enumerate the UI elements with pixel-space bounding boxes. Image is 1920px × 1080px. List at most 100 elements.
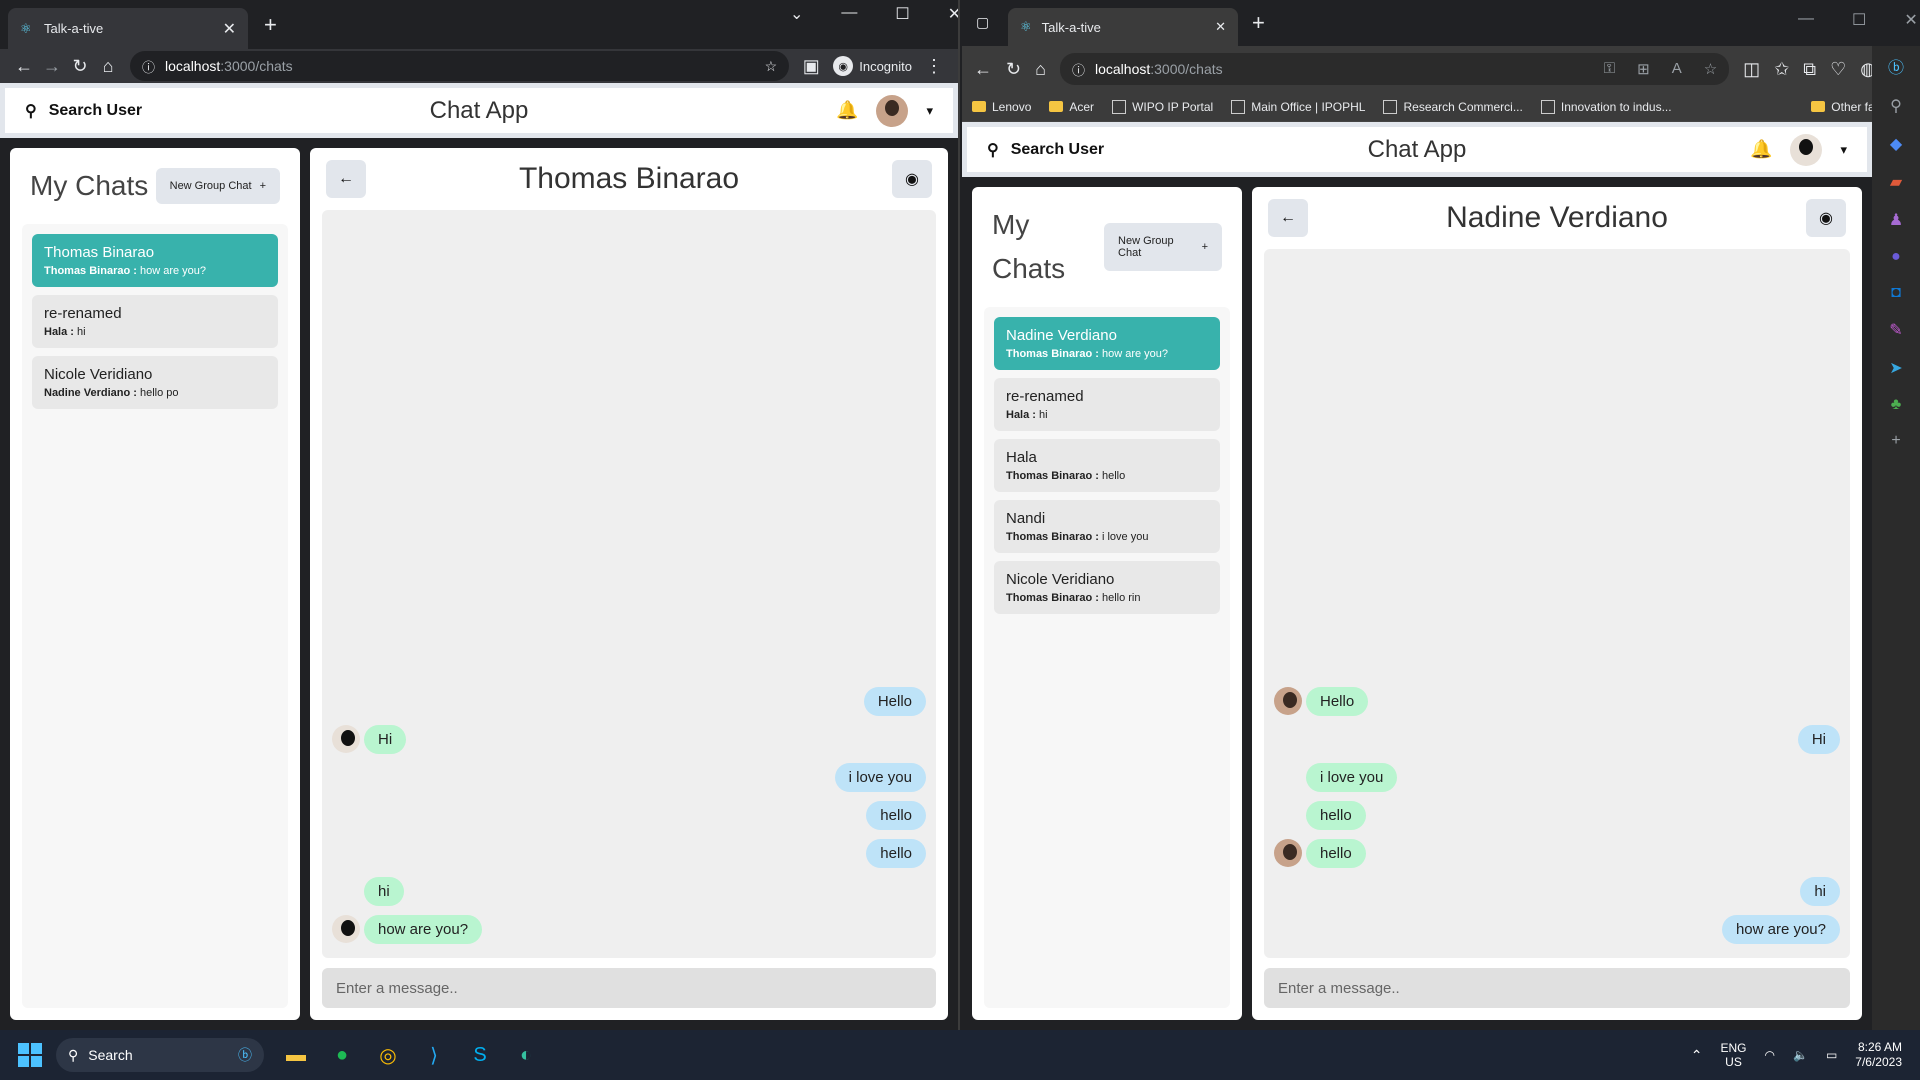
- reload-icon[interactable]: ↻: [1006, 59, 1021, 80]
- chevron-down-icon[interactable]: ▾: [926, 103, 933, 119]
- clock[interactable]: 8:26 AM 7/6/2023: [1855, 1040, 1902, 1070]
- info-icon[interactable]: ⓘ: [1072, 60, 1085, 79]
- favorite-item[interactable]: Acer: [1049, 100, 1094, 114]
- message-input[interactable]: Enter a message..: [322, 968, 936, 1008]
- key-icon[interactable]: ⚿: [1604, 60, 1615, 78]
- new-group-chat-button[interactable]: New Group Chat +: [1104, 223, 1222, 271]
- forward-icon[interactable]: →: [38, 56, 66, 77]
- language-indicator[interactable]: ENG US: [1720, 1041, 1746, 1069]
- chat-list-item[interactable]: Nicole Veridiano Thomas Binarao : hello r…: [994, 561, 1220, 614]
- chat-list-item[interactable]: Thomas Binarao Thomas Binarao : how are y…: [32, 234, 278, 287]
- star-icon[interactable]: ☆: [1704, 60, 1717, 78]
- tree-icon[interactable]: ♣: [1891, 396, 1902, 414]
- battery-icon[interactable]: ▭: [1826, 1048, 1837, 1062]
- chevron-down-icon[interactable]: ▾: [1840, 142, 1847, 158]
- maximize-icon[interactable]: ☐: [1852, 10, 1866, 30]
- bing-icon[interactable]: ⓑ: [1888, 54, 1904, 78]
- home-icon[interactable]: ⌂: [1035, 59, 1046, 80]
- split-screen-icon[interactable]: ◫: [1743, 59, 1760, 80]
- home-icon[interactable]: ⌂: [94, 56, 122, 77]
- search-user-button[interactable]: ⚲ Search User: [987, 140, 1104, 160]
- new-tab-icon[interactable]: +: [264, 12, 277, 38]
- favorite-item[interactable]: Innovation to indus...: [1540, 99, 1672, 114]
- sender-avatar[interactable]: [1274, 687, 1302, 715]
- volume-icon[interactable]: 🔈: [1793, 1048, 1808, 1062]
- vscode-icon[interactable]: ⟩: [420, 1041, 448, 1069]
- spotify-icon[interactable]: ●: [328, 1041, 356, 1069]
- address-bar[interactable]: ⓘ localhost:3000/chats ⚿ ⊞ A ☆: [1059, 53, 1730, 85]
- designer-icon[interactable]: ✎: [1889, 320, 1902, 340]
- back-button[interactable]: ←: [326, 160, 366, 198]
- star-icon[interactable]: ☆: [765, 58, 778, 75]
- edge-icon[interactable]: ◐: [512, 1041, 540, 1069]
- tag-icon[interactable]: ◆: [1890, 134, 1902, 154]
- favorite-item[interactable]: Main Office | IPOPHL: [1231, 99, 1365, 114]
- toolbox-icon[interactable]: ▰: [1890, 172, 1902, 192]
- chat-list-item[interactable]: re-renamed Hala : hi: [994, 378, 1220, 431]
- bell-icon[interactable]: 🔔: [1750, 139, 1772, 160]
- info-icon[interactable]: ⓘ: [142, 57, 155, 76]
- collections-icon[interactable]: ⧉: [1803, 59, 1816, 80]
- chat-list-item[interactable]: re-renamed Hala : hi: [32, 295, 278, 348]
- minimize-icon[interactable]: —: [841, 4, 857, 24]
- health-icon[interactable]: ♡: [1830, 59, 1846, 80]
- chat-item-sender: Thomas Binarao :: [1006, 531, 1099, 543]
- taskbar-search[interactable]: ⚲ Search ⓑ: [56, 1038, 264, 1072]
- file-explorer-icon[interactable]: ▬: [282, 1041, 310, 1069]
- send-icon[interactable]: ➤: [1889, 358, 1902, 378]
- chrome-icon[interactable]: ◎: [374, 1041, 402, 1069]
- reload-icon[interactable]: ↻: [66, 56, 94, 77]
- chevron-up-icon[interactable]: ⌃: [1691, 1047, 1703, 1064]
- new-group-chat-button[interactable]: New Group Chat +: [155, 168, 280, 204]
- browser-tab[interactable]: ⚛ Talk-a-tive ✕: [1008, 8, 1238, 46]
- read-aloud-icon[interactable]: A: [1672, 60, 1682, 78]
- address-bar[interactable]: ⓘ localhost:3000/chats ☆: [130, 51, 790, 81]
- favorite-item[interactable]: Research Commerci...: [1383, 99, 1523, 114]
- chevron-down-icon[interactable]: ⌄: [790, 4, 803, 24]
- chat-list-item[interactable]: Nandi Thomas Binarao : i love you: [994, 500, 1220, 553]
- view-profile-button[interactable]: ◉: [891, 160, 932, 198]
- browser-tab[interactable]: ⚛ Talk-a-tive ✕: [8, 8, 248, 49]
- plus-icon: +: [1201, 241, 1208, 253]
- view-profile-button[interactable]: ◉: [1806, 199, 1846, 237]
- start-button[interactable]: [18, 1043, 42, 1067]
- close-tab-icon[interactable]: ✕: [223, 19, 236, 39]
- close-window-icon[interactable]: ✕: [1904, 10, 1917, 30]
- games-icon[interactable]: ♟: [1889, 210, 1903, 230]
- side-panel-icon[interactable]: ▣: [797, 56, 825, 77]
- favorites-icon[interactable]: ✩: [1774, 59, 1789, 80]
- outlook-icon[interactable]: ◘: [1891, 284, 1901, 302]
- sender-avatar[interactable]: [1274, 839, 1302, 867]
- url-host: localhost: [165, 58, 221, 74]
- chat-list-item[interactable]: Nadine Verdiano Thomas Binarao : how are …: [994, 317, 1220, 370]
- new-tab-icon[interactable]: +: [1252, 10, 1265, 36]
- search-icon[interactable]: ⚲: [1890, 96, 1902, 116]
- chat-list-item[interactable]: Nicole Veridiano Nadine Verdiano : hello …: [32, 356, 278, 409]
- favorite-item[interactable]: Lenovo: [972, 100, 1031, 114]
- skype-icon[interactable]: S: [466, 1041, 494, 1069]
- clock-date: 7/6/2023: [1855, 1055, 1902, 1069]
- close-tab-icon[interactable]: ✕: [1215, 19, 1226, 35]
- avatar[interactable]: [1790, 133, 1823, 166]
- wifi-icon[interactable]: ◠: [1765, 1048, 1775, 1062]
- back-button[interactable]: ←: [1268, 199, 1308, 237]
- copilot-icon[interactable]: ●: [1891, 248, 1901, 266]
- favorite-item[interactable]: WIPO IP Portal: [1112, 99, 1213, 114]
- back-icon[interactable]: ←: [974, 59, 992, 80]
- incognito-indicator[interactable]: ◉ Incognito: [833, 56, 912, 76]
- maximize-icon[interactable]: ☐: [895, 4, 909, 24]
- add-icon[interactable]: +: [1891, 432, 1900, 450]
- message-input[interactable]: Enter a message..: [1264, 968, 1850, 1008]
- tab-actions-icon[interactable]: ▢: [976, 14, 989, 31]
- sender-avatar[interactable]: [332, 915, 360, 943]
- avatar[interactable]: [876, 94, 909, 127]
- back-icon[interactable]: ←: [10, 56, 38, 77]
- close-window-icon[interactable]: ✕: [948, 4, 958, 24]
- sender-avatar[interactable]: [332, 725, 360, 753]
- apps-icon[interactable]: ⊞: [1637, 60, 1650, 78]
- search-user-button[interactable]: ⚲ Search User: [25, 101, 142, 121]
- chat-list-item[interactable]: Hala Thomas Binarao : hello: [994, 439, 1220, 492]
- bell-icon[interactable]: 🔔: [836, 100, 858, 121]
- minimize-icon[interactable]: —: [1798, 10, 1814, 30]
- menu-icon[interactable]: ⋮: [920, 56, 948, 77]
